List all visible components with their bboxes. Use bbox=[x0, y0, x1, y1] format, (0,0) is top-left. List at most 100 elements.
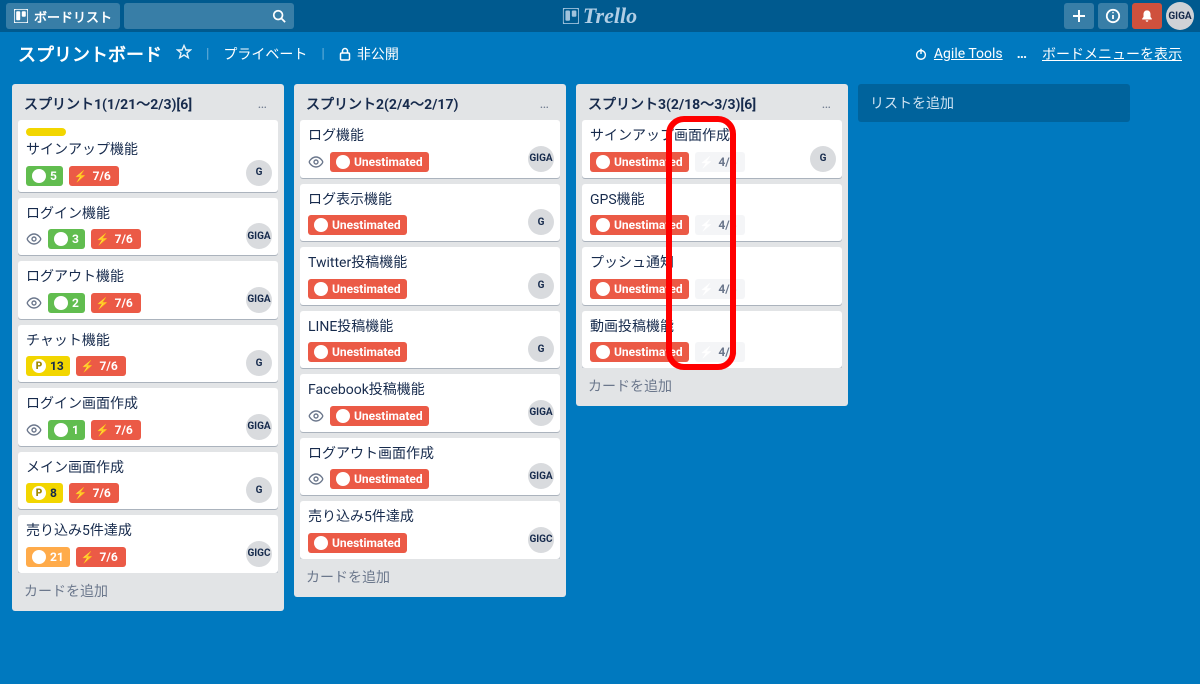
user-avatar[interactable]: GIGA bbox=[1166, 2, 1194, 30]
card[interactable]: GPS機能 Unestimated4/6 bbox=[582, 184, 842, 242]
card[interactable]: ログ機能 Unestimated GIGA bbox=[300, 120, 560, 178]
card[interactable]: プッシュ通知Unestimated4/6 bbox=[582, 247, 842, 305]
unestimated-badge: Unestimated bbox=[330, 152, 429, 172]
list-title[interactable]: スプリント1(1/21～2/3)[6] bbox=[24, 94, 254, 114]
list-header: スプリント3(2/18～3/3)[6]… bbox=[582, 92, 842, 120]
info-button[interactable] bbox=[1098, 3, 1128, 29]
card-title: Twitter投稿機能 bbox=[308, 255, 552, 273]
show-menu-link[interactable]: ボードメニューを表示 bbox=[1042, 44, 1182, 64]
points-badge: 21 bbox=[26, 547, 70, 567]
list-title[interactable]: スプリント3(2/18～3/3)[6] bbox=[588, 94, 818, 114]
list-menu-button[interactable]: … bbox=[818, 94, 836, 114]
card-member-avatar[interactable]: G bbox=[246, 160, 272, 186]
card-member-avatar[interactable]: GIGA bbox=[246, 414, 272, 440]
card[interactable]: サインアップ機能57/6G bbox=[18, 120, 278, 192]
card[interactable]: メイン画面作成 8 7/6 G bbox=[18, 452, 278, 510]
app-logo[interactable]: Trello bbox=[563, 3, 637, 29]
board-canvas[interactable]: スプリント1(1/21～2/3)[6]…サインアップ機能57/6Gログイン機能3… bbox=[0, 76, 1200, 684]
card-footer: Unestimated4/6 bbox=[590, 215, 834, 235]
unestimated-badge: Unestimated bbox=[330, 406, 429, 426]
permission-label[interactable]: 非公開 bbox=[339, 44, 399, 64]
card-member-avatar[interactable]: G bbox=[528, 336, 554, 362]
card-title: プッシュ通知 bbox=[590, 255, 834, 273]
card[interactable]: ログ表示機能UnestimatedG bbox=[300, 184, 560, 242]
card-footer: 27/6 bbox=[26, 293, 270, 313]
velocity-badge: 7/6 bbox=[76, 356, 126, 376]
card-member-avatar[interactable]: G bbox=[246, 477, 272, 503]
card-title: GPS機能 bbox=[590, 192, 834, 210]
card[interactable]: ログイン画面作成 17/6GIGA bbox=[18, 388, 278, 446]
card-title: サインアップ画面作成 bbox=[590, 128, 834, 146]
card-member-avatar[interactable]: G bbox=[810, 146, 836, 172]
unestimated-badge: Unestimated bbox=[590, 215, 689, 235]
velocity-badge: 7/6 bbox=[91, 229, 141, 249]
velocity-badge: 4/6 bbox=[695, 279, 745, 299]
card-list: ログ機能UnestimatedGIGAログ表示機能UnestimatedGTwi… bbox=[300, 120, 560, 559]
unestimated-badge: Unestimated bbox=[308, 533, 407, 553]
list: スプリント3(2/18～3/3)[6]… サインアップ画面作成 Unestimate… bbox=[576, 84, 848, 406]
velocity-badge: 4/6 bbox=[695, 342, 745, 362]
card[interactable]: 動画投稿機能Unestimated4/6 bbox=[582, 311, 842, 369]
card[interactable]: ログイン機能37/6GIGA bbox=[18, 198, 278, 256]
card[interactable]: LINE投稿機能UnestimatedG bbox=[300, 311, 560, 369]
visibility-label[interactable]: プライベート bbox=[223, 44, 307, 64]
card-title: Facebook投稿機能 bbox=[308, 382, 552, 400]
notifications-button[interactable] bbox=[1132, 3, 1162, 29]
card-list: サインアップ画面作成Unestimated4/6GGPS機能Unestimate… bbox=[582, 120, 842, 368]
board-header: スプリントボード | プライベート | 非公開 Agile Tools … ボー… bbox=[0, 32, 1200, 76]
card-member-avatar[interactable]: GIGA bbox=[528, 400, 554, 426]
star-icon bbox=[176, 44, 192, 60]
card[interactable]: 売り込み5件達成UnestimatedGIGC bbox=[300, 501, 560, 559]
points-badge: 8 bbox=[26, 483, 63, 503]
velocity-badge: 7/6 bbox=[69, 166, 119, 186]
card[interactable]: チャット機能137/6G bbox=[18, 325, 278, 383]
card-list: サインアップ機能57/6Gログイン機能37/6GIGAログアウト機能27/6GI… bbox=[18, 120, 278, 573]
points-badge: 2 bbox=[48, 293, 85, 313]
add-list-button[interactable]: リストを追加 bbox=[858, 84, 1130, 122]
card-footer: Unestimated bbox=[308, 215, 552, 235]
card-member-avatar[interactable]: GIGA bbox=[246, 287, 272, 313]
list-menu-button[interactable]: … bbox=[536, 94, 554, 114]
unestimated-badge: Unestimated bbox=[590, 152, 689, 172]
search-input[interactable] bbox=[124, 3, 294, 29]
card[interactable]: ログアウト画面作成UnestimatedGIGA bbox=[300, 438, 560, 496]
velocity-badge: 7/6 bbox=[69, 483, 119, 503]
card[interactable]: Facebook投稿機能 Unestimated GIGA bbox=[300, 374, 560, 432]
card-title: メイン画面作成 bbox=[26, 460, 270, 478]
list-menu-button[interactable]: … bbox=[254, 94, 272, 114]
unestimated-badge: Unestimated bbox=[590, 342, 689, 362]
card[interactable]: 売り込み5件達成217/6GIGC bbox=[18, 515, 278, 573]
card-member-avatar[interactable]: G bbox=[246, 350, 272, 376]
card-member-avatar[interactable]: G bbox=[528, 209, 554, 235]
card-footer: 17/6 bbox=[26, 420, 270, 440]
agile-tools-link[interactable]: Agile Tools bbox=[914, 46, 1003, 62]
card[interactable]: Twitter投稿機能 Unestimated G bbox=[300, 247, 560, 305]
card-member-avatar[interactable]: G bbox=[528, 273, 554, 299]
card-member-avatar[interactable]: GIGA bbox=[246, 223, 272, 249]
card-footer: 8 7/6 bbox=[26, 483, 270, 503]
trello-logo-icon bbox=[563, 8, 579, 24]
list-title[interactable]: スプリント2(2/4～2/17) bbox=[306, 94, 536, 114]
list: スプリント2(2/4～2/17)… ログ機能 Unestimated GIGA ログ表示… bbox=[294, 84, 566, 597]
card[interactable]: ログアウト機能 27/6GIGA bbox=[18, 261, 278, 319]
card-title: ログアウト画面作成 bbox=[308, 446, 552, 464]
points-badge: 3 bbox=[48, 229, 85, 249]
card[interactable]: サインアップ画面作成Unestimated4/6G bbox=[582, 120, 842, 178]
card-member-avatar[interactable]: GIGC bbox=[246, 541, 272, 567]
card-title: ログアウト機能 bbox=[26, 269, 270, 287]
boards-label: ボードリスト bbox=[34, 7, 112, 26]
add-card-button[interactable]: カードを追加 bbox=[582, 368, 842, 400]
card-title: ログイン画面作成 bbox=[26, 396, 270, 414]
card-member-avatar[interactable]: GIGC bbox=[528, 527, 554, 553]
boards-button[interactable]: ボードリスト bbox=[6, 3, 120, 29]
card-label bbox=[26, 128, 66, 136]
create-button[interactable] bbox=[1064, 3, 1094, 29]
power-icon bbox=[914, 47, 928, 61]
unestimated-badge: Unestimated bbox=[308, 279, 407, 299]
card-title: ログ機能 bbox=[308, 128, 552, 146]
card-member-avatar[interactable]: GIGA bbox=[528, 463, 554, 489]
add-card-button[interactable]: カードを追加 bbox=[18, 573, 278, 605]
add-card-button[interactable]: カードを追加 bbox=[300, 559, 560, 591]
star-board-button[interactable] bbox=[176, 44, 192, 64]
card-member-avatar[interactable]: GIGA bbox=[528, 146, 554, 172]
